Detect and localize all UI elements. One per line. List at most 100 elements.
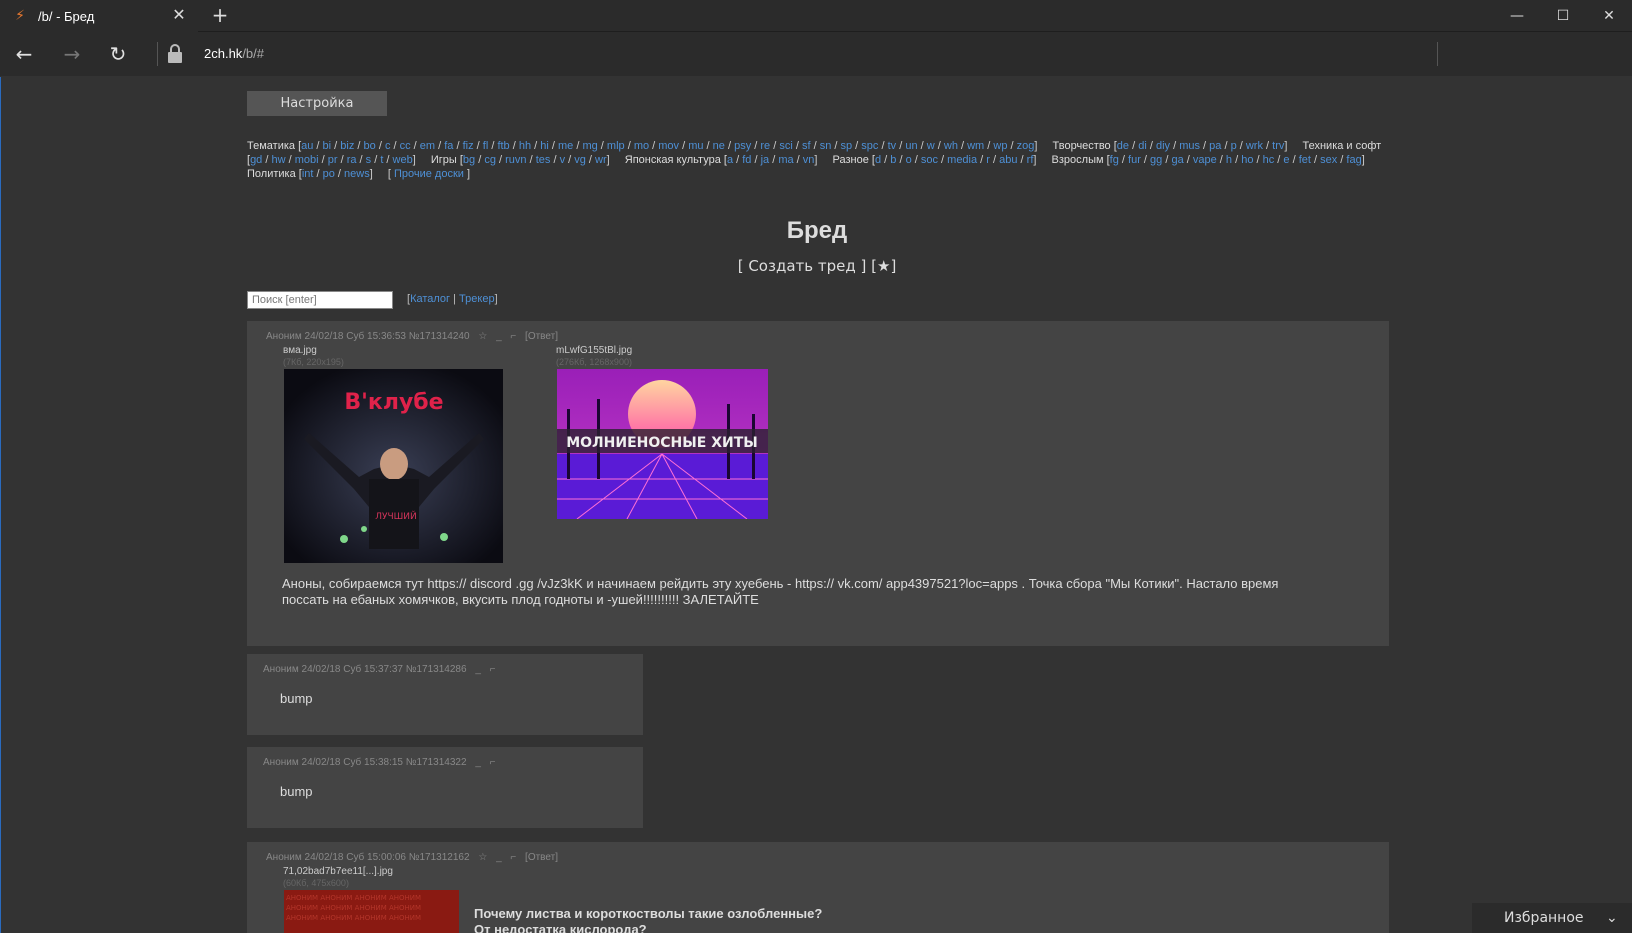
board-link[interactable]: tes bbox=[536, 154, 551, 166]
board-link[interactable]: sci bbox=[779, 140, 792, 152]
board-link[interactable]: wr bbox=[595, 154, 607, 166]
hide-icon[interactable]: _ bbox=[475, 757, 481, 768]
board-link[interactable]: po bbox=[323, 168, 335, 180]
catalog-link[interactable]: Каталог bbox=[410, 293, 450, 305]
thumbnail-image[interactable]: МОЛНИЕНОСНЫЕ ХИТЫ bbox=[557, 369, 768, 519]
thumbnail-image[interactable]: В'клубе ЛУЧШИЙ bbox=[284, 369, 503, 563]
board-link[interactable]: c bbox=[385, 140, 391, 152]
board-link[interactable]: un bbox=[905, 140, 917, 152]
refresh-button[interactable]: ↻ bbox=[100, 38, 136, 70]
chevron-down-icon[interactable]: ⌄ bbox=[1606, 910, 1618, 926]
board-link[interactable]: di bbox=[1138, 140, 1147, 152]
star-icon[interactable]: ☆ bbox=[478, 331, 487, 342]
board-link[interactable]: ja bbox=[761, 154, 770, 166]
board-link[interactable]: vn bbox=[803, 154, 815, 166]
board-link[interactable]: wm bbox=[967, 140, 984, 152]
board-link[interactable]: vape bbox=[1193, 154, 1217, 166]
board-link[interactable]: mov bbox=[658, 140, 679, 152]
board-link[interactable]: au bbox=[301, 140, 313, 152]
forward-button[interactable]: → bbox=[54, 38, 90, 70]
board-link[interactable]: ma bbox=[778, 154, 793, 166]
board-link[interactable]: sp bbox=[841, 140, 853, 152]
board-link[interactable]: w bbox=[927, 140, 935, 152]
board-link[interactable]: diy bbox=[1156, 140, 1170, 152]
board-link[interactable]: hw bbox=[271, 154, 285, 166]
reply-link[interactable]: Ответ bbox=[528, 852, 555, 863]
thumbnail-image[interactable]: АНОНИМ АНОНИМ АНОНИМ АНОНИМ АНОНИМ АНОНИ… bbox=[284, 890, 459, 933]
board-link[interactable]: de bbox=[1117, 140, 1129, 152]
board-link[interactable]: fd bbox=[742, 154, 751, 166]
board-link[interactable]: v bbox=[560, 154, 566, 166]
report-icon[interactable]: ⌐ bbox=[490, 664, 496, 675]
scrollbar[interactable] bbox=[1618, 77, 1632, 933]
board-link[interactable]: abu bbox=[999, 154, 1017, 166]
board-link[interactable]: gg bbox=[1150, 154, 1162, 166]
board-link[interactable]: mg bbox=[582, 140, 597, 152]
hide-icon[interactable]: _ bbox=[496, 852, 502, 863]
board-link[interactable]: zog bbox=[1017, 140, 1035, 152]
board-link[interactable]: a bbox=[727, 154, 733, 166]
board-link[interactable]: mobi bbox=[295, 154, 319, 166]
board-link[interactable]: ga bbox=[1171, 154, 1183, 166]
board-link[interactable]: spc bbox=[861, 140, 878, 152]
close-window-button[interactable]: ✕ bbox=[1586, 0, 1632, 32]
hide-icon[interactable]: _ bbox=[496, 331, 502, 342]
board-link[interactable]: bi bbox=[323, 140, 332, 152]
board-link[interactable]: hi bbox=[540, 140, 549, 152]
board-link[interactable]: b bbox=[890, 154, 896, 166]
board-link[interactable]: ne bbox=[713, 140, 725, 152]
board-link[interactable]: bo bbox=[364, 140, 376, 152]
board-link[interactable]: em bbox=[420, 140, 435, 152]
board-link[interactable]: sf bbox=[802, 140, 811, 152]
board-link[interactable]: ra bbox=[347, 154, 357, 166]
maximize-button[interactable]: ☐ bbox=[1540, 0, 1586, 32]
board-link[interactable]: pa bbox=[1209, 140, 1221, 152]
board-link[interactable]: mlp bbox=[607, 140, 625, 152]
back-button[interactable]: ← bbox=[6, 38, 42, 70]
other-boards-link[interactable]: Прочие доски bbox=[394, 168, 464, 180]
board-link[interactable]: ho bbox=[1241, 154, 1253, 166]
board-link[interactable]: mo bbox=[634, 140, 649, 152]
board-link[interactable]: re bbox=[760, 140, 770, 152]
board-link[interactable]: cg bbox=[484, 154, 496, 166]
board-link[interactable]: wh bbox=[944, 140, 958, 152]
board-link[interactable]: trv bbox=[1272, 140, 1284, 152]
file-name[interactable]: mLwfG155tBl.jpg bbox=[556, 345, 632, 356]
settings-button[interactable]: Настройка bbox=[247, 91, 387, 116]
board-link[interactable]: fag bbox=[1346, 154, 1361, 166]
board-link[interactable]: hc bbox=[1263, 154, 1275, 166]
report-icon[interactable]: ⌐ bbox=[510, 852, 516, 863]
close-tab-icon[interactable]: ✕ bbox=[170, 6, 188, 24]
hide-icon[interactable]: _ bbox=[475, 664, 481, 675]
board-link[interactable]: o bbox=[906, 154, 912, 166]
board-link[interactable]: fg bbox=[1110, 154, 1119, 166]
board-link[interactable]: t bbox=[380, 154, 383, 166]
star-icon[interactable]: ☆ bbox=[478, 852, 487, 863]
tracker-link[interactable]: Трекер bbox=[459, 293, 495, 305]
board-link[interactable]: r bbox=[986, 154, 990, 166]
board-link[interactable]: mu bbox=[688, 140, 703, 152]
board-link[interactable]: mus bbox=[1179, 140, 1200, 152]
board-link[interactable]: int bbox=[302, 168, 314, 180]
board-link[interactable]: sex bbox=[1320, 154, 1337, 166]
board-link[interactable]: wrk bbox=[1246, 140, 1263, 152]
browser-tab[interactable]: ⚡ /b/ - Бред ✕ bbox=[0, 0, 198, 32]
favorite-board-star-icon[interactable]: ★ bbox=[877, 257, 890, 275]
file-name[interactable]: 71,02bad7b7ee11[...].jpg bbox=[283, 866, 393, 877]
board-link[interactable]: media bbox=[947, 154, 977, 166]
board-link[interactable]: rf bbox=[1027, 154, 1034, 166]
board-link[interactable]: p bbox=[1231, 140, 1237, 152]
board-link[interactable]: fa bbox=[444, 140, 453, 152]
new-tab-button[interactable]: + bbox=[208, 4, 232, 28]
board-link[interactable]: ruvn bbox=[505, 154, 526, 166]
favorites-bar[interactable]: Избранное ⌄ bbox=[1472, 903, 1632, 933]
board-link[interactable]: web bbox=[393, 154, 413, 166]
board-link[interactable]: h bbox=[1226, 154, 1232, 166]
board-link[interactable]: e bbox=[1283, 154, 1289, 166]
board-link[interactable]: vg bbox=[574, 154, 586, 166]
board-link[interactable]: psy bbox=[734, 140, 751, 152]
file-name[interactable]: вма.jpg bbox=[283, 345, 317, 356]
report-icon[interactable]: ⌐ bbox=[490, 757, 496, 768]
board-link[interactable]: soc bbox=[921, 154, 938, 166]
minimize-button[interactable]: — bbox=[1494, 0, 1540, 32]
